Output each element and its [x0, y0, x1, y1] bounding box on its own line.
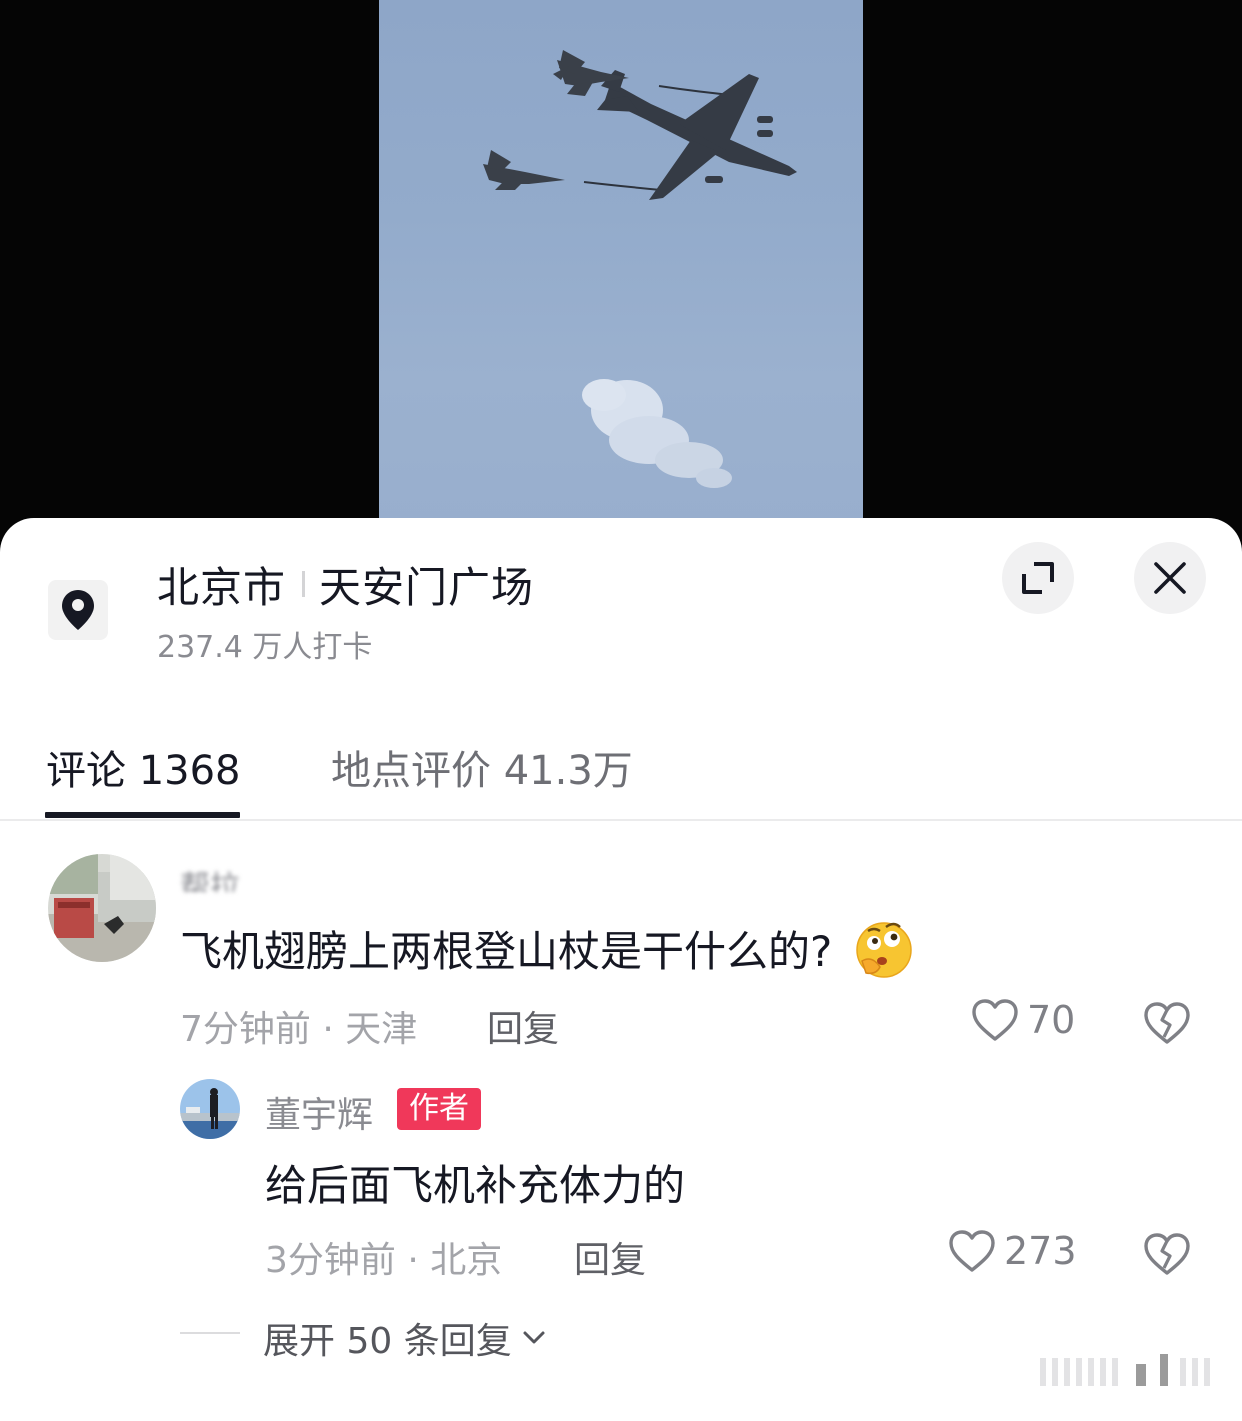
reply-username[interactable]: 董宇辉: [265, 1086, 373, 1138]
close-icon: [1154, 562, 1186, 594]
like-count: 273: [1004, 1229, 1077, 1273]
close-button[interactable]: [1134, 542, 1206, 614]
title-separator: [302, 571, 306, 597]
dislike-button[interactable]: [1143, 1001, 1191, 1049]
video-scene: [483, 50, 797, 488]
tab-comments[interactable]: 评论 1368: [46, 738, 241, 796]
comment-body: 飞机翅膀上两根登山杖是干什么的?: [180, 927, 833, 976]
chevron-down-icon: [523, 1331, 545, 1344]
reply-button[interactable]: 回复: [574, 1231, 646, 1283]
like-button[interactable]: 70: [971, 998, 1075, 1042]
heart-icon: [949, 1230, 995, 1272]
tab-bar: 评论 1368 地点评价 41.3万: [0, 718, 1242, 821]
reply-time-location: 3分钟前 · 北京: [265, 1240, 503, 1281]
expand-button[interactable]: [1002, 542, 1074, 614]
expand-replies-label: 展开 50 条回复: [263, 1321, 512, 1362]
broken-heart-icon: [1144, 1002, 1190, 1044]
avatar[interactable]: [48, 854, 156, 962]
tab-place-reviews[interactable]: 地点评价 41.3万: [331, 738, 633, 796]
location-city[interactable]: 北京市: [157, 554, 286, 615]
reply-text: 给后面飞机补充体力的: [265, 1161, 686, 1210]
watermark: [1040, 1354, 1210, 1386]
comment-time-location: 7分钟前 · 天津: [180, 1009, 418, 1050]
video-frame[interactable]: [379, 0, 863, 540]
heart-icon: [972, 999, 1018, 1041]
comment-sheet: 北京市 天安门广场 237.4 万人打卡 评论 1368 地点评价 41.3万: [0, 518, 1242, 1421]
active-tab-indicator: [45, 812, 240, 818]
location-place[interactable]: 天安门广场: [319, 554, 534, 615]
tanker-aircraft: [597, 70, 797, 200]
author-badge: 作者: [397, 1088, 481, 1130]
thinking-face-emoji: [856, 921, 913, 978]
checkin-count: 237.4 万人打卡: [157, 630, 373, 665]
location-title[interactable]: 北京市 天安门广场: [157, 556, 534, 612]
avatar[interactable]: [180, 1079, 240, 1139]
expand-replies-button[interactable]: 展开 50 条回复: [263, 1312, 546, 1364]
like-count: 70: [1027, 998, 1076, 1042]
broken-heart-icon: [1144, 1233, 1190, 1275]
cloud: [582, 379, 732, 488]
comment-username[interactable]: 帮拉: [180, 868, 240, 892]
expand-icon: [1022, 562, 1054, 594]
reply-button[interactable]: 回复: [487, 1000, 559, 1052]
video-player[interactable]: [0, 0, 1242, 540]
map-pin-icon: [48, 580, 108, 640]
like-button[interactable]: 273: [948, 1229, 1077, 1273]
fighter-jet-bottom: [483, 150, 565, 190]
expand-divider: [180, 1332, 240, 1334]
comment-text: 飞机翅膀上两根登山杖是干什么的?: [180, 918, 914, 979]
dislike-button[interactable]: [1143, 1232, 1191, 1280]
